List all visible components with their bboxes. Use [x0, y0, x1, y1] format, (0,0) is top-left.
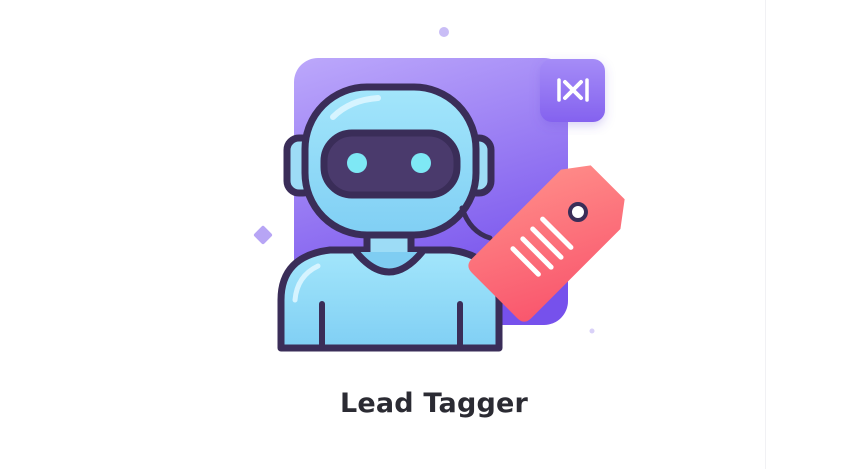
app-card-page: Lead Tagger — [0, 0, 868, 469]
robot-left-eye — [347, 153, 367, 173]
decor-dot-bottom-right — [589, 328, 595, 334]
decor-dot-top — [439, 27, 449, 37]
n8n-style-logo-icon — [540, 59, 605, 122]
app-title: Lead Tagger — [339, 388, 529, 419]
robot-right-eye — [411, 153, 431, 173]
decor-diamond-left — [253, 225, 273, 245]
